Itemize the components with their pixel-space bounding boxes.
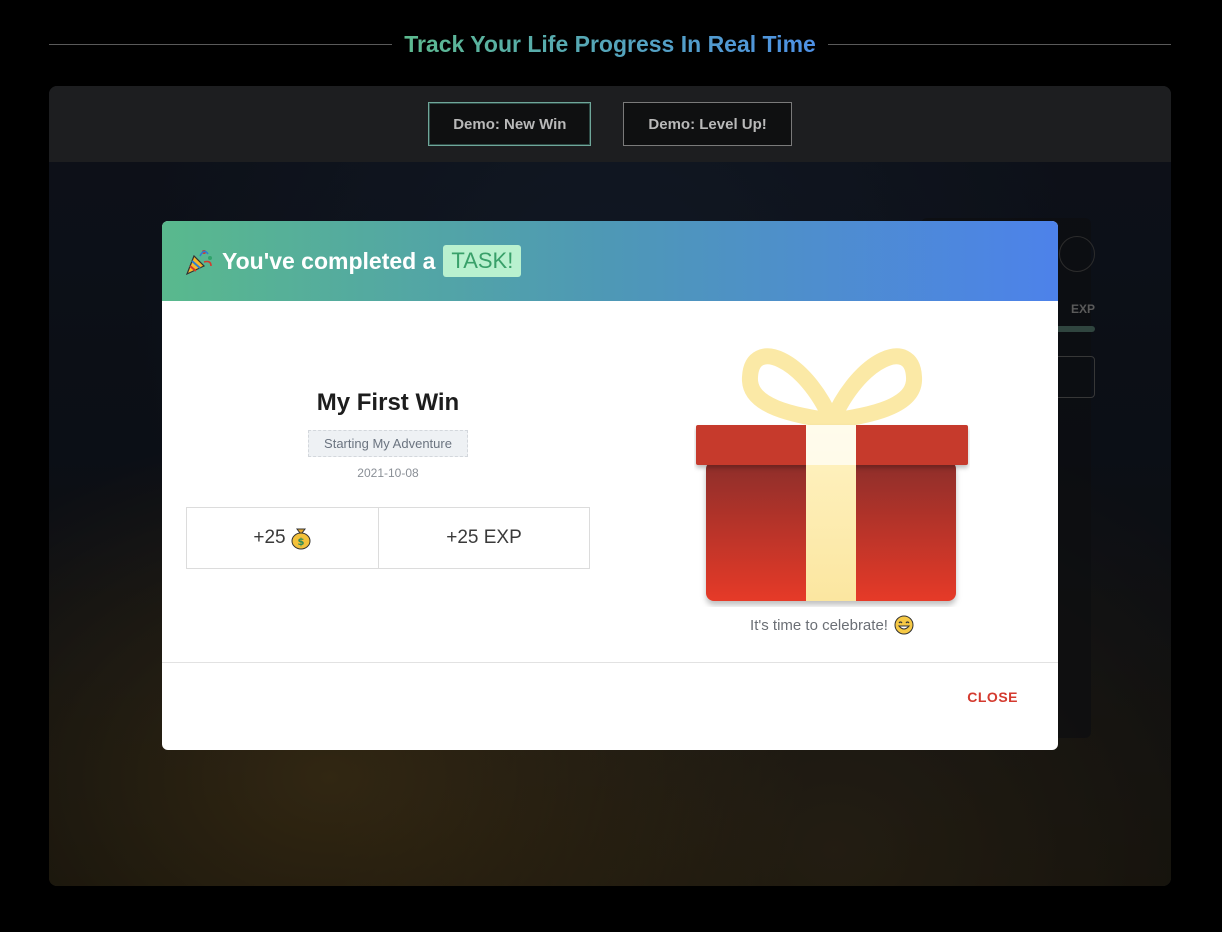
page-title: Track Your Life Progress In Real Time	[392, 31, 828, 58]
modal-divider	[162, 662, 1058, 663]
demo-toolbar: Demo: New Win Demo: Level Up!	[49, 86, 1171, 162]
close-button[interactable]: CLOSE	[967, 689, 1018, 705]
money-bag-icon: $	[291, 528, 311, 550]
win-modal: You've completed a TASK! My First Win St…	[162, 221, 1058, 750]
modal-header: You've completed a TASK!	[162, 221, 1058, 301]
modal-body: My First Win Starting My Adventure 2021-…	[162, 301, 1058, 662]
svg-text:$: $	[297, 537, 304, 548]
header-rule-left	[49, 43, 393, 45]
gold-reward: +25 $	[187, 508, 379, 568]
celebrate-text: It's time to celebrate!	[750, 616, 888, 634]
demo-level-up-button[interactable]: Demo: Level Up!	[623, 102, 792, 146]
demo-new-win-button[interactable]: Demo: New Win	[428, 102, 592, 146]
gift-icon	[696, 348, 968, 601]
header-rule-right	[827, 43, 1172, 45]
exp-reward: +25 EXP	[446, 527, 522, 548]
modal-title: You've completed a	[222, 247, 436, 274]
settings-icon	[1059, 236, 1095, 272]
party-popper-icon	[185, 250, 212, 276]
exp-label: EXP	[1070, 302, 1095, 316]
gold-reward-value: +25	[253, 527, 286, 548]
win-date: 2021-10-08	[357, 466, 419, 480]
win-tag: Starting My Adventure	[308, 430, 468, 457]
grinning-face-icon	[894, 615, 914, 635]
page-header: Track Your Life Progress In Real Time	[49, 22, 1172, 66]
win-title: My First Win	[316, 389, 460, 416]
task-type-chip: TASK!	[443, 245, 522, 277]
celebrate-message: It's time to celebrate!	[694, 615, 970, 635]
rewards-table: +25 $ +25 EXP	[186, 507, 590, 569]
